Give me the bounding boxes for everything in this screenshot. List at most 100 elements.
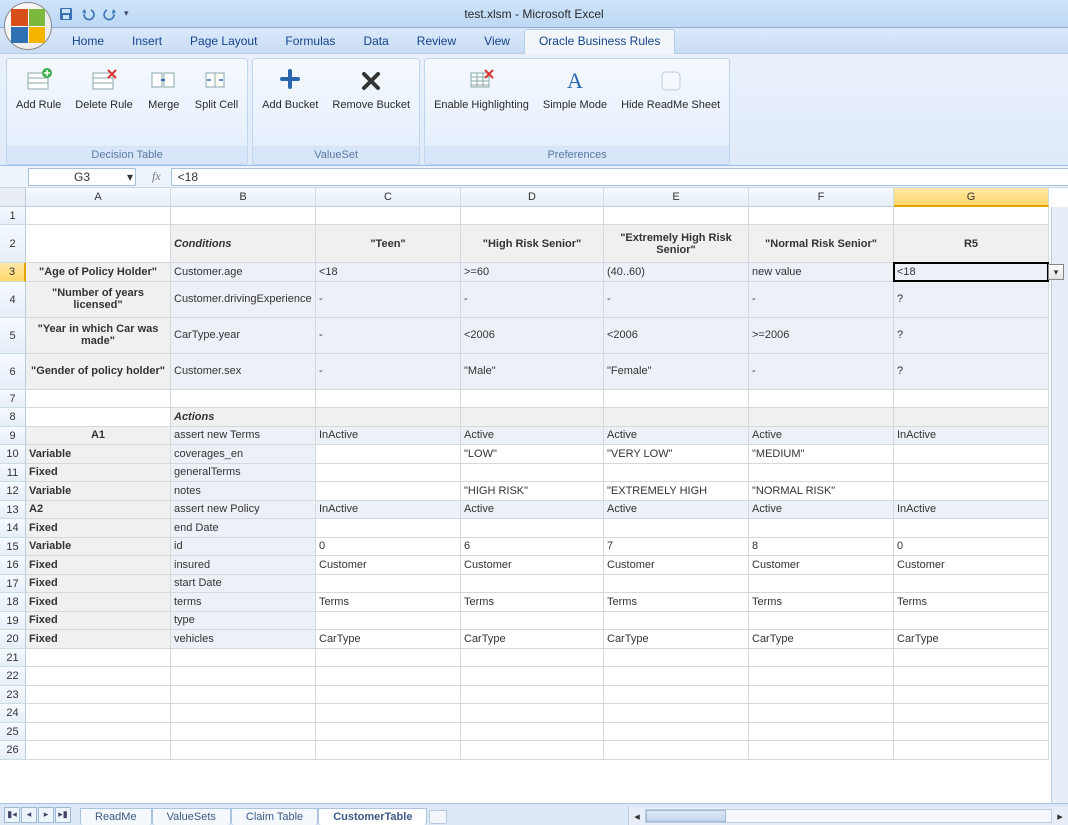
cell[interactable] [749, 741, 894, 760]
row-header-21[interactable]: 21 [0, 649, 26, 668]
cell[interactable]: - [461, 282, 604, 318]
column-header-D[interactable]: D [461, 188, 604, 207]
cell[interactable] [894, 482, 1049, 501]
ribbon-tab-home[interactable]: Home [58, 30, 118, 53]
cell[interactable] [749, 464, 894, 483]
cell[interactable]: Active [604, 427, 749, 446]
cell[interactable]: Variable [26, 482, 171, 501]
cell[interactable]: "EXTREMELY HIGH [604, 482, 749, 501]
cell[interactable] [316, 723, 461, 742]
cell[interactable] [316, 464, 461, 483]
cell[interactable] [26, 667, 171, 686]
cell[interactable]: insured [171, 556, 316, 575]
cell[interactable] [894, 649, 1049, 668]
cell[interactable] [604, 207, 749, 226]
cell[interactable]: "Teen" [316, 225, 461, 263]
cell[interactable] [894, 741, 1049, 760]
cell[interactable]: Fixed [26, 630, 171, 649]
cells-grid[interactable]: Conditions"Teen""High Risk Senior""Extre… [26, 207, 1049, 760]
cell[interactable]: Active [749, 427, 894, 446]
cell[interactable]: Customer [604, 556, 749, 575]
row-header-11[interactable]: 11 [0, 464, 26, 483]
cell[interactable] [461, 612, 604, 631]
redo-icon[interactable] [102, 6, 118, 22]
cell[interactable]: Actions [171, 408, 316, 427]
cell[interactable] [894, 667, 1049, 686]
cell[interactable] [461, 408, 604, 427]
cell[interactable]: coverages_en [171, 445, 316, 464]
hscroll-thumb[interactable] [646, 810, 726, 822]
cell[interactable] [26, 741, 171, 760]
cell[interactable] [171, 704, 316, 723]
cell[interactable]: Active [461, 501, 604, 520]
cell[interactable] [894, 207, 1049, 226]
cell[interactable]: "High Risk Senior" [461, 225, 604, 263]
row-header-9[interactable]: 9 [0, 427, 26, 446]
ribbon-tab-oracle-business-rules[interactable]: Oracle Business Rules [524, 29, 675, 54]
cell[interactable] [749, 723, 894, 742]
row-header-14[interactable]: 14 [0, 519, 26, 538]
cell[interactable]: InActive [894, 501, 1049, 520]
cell[interactable]: - [604, 282, 749, 318]
cell[interactable] [604, 723, 749, 742]
row-header-26[interactable]: 26 [0, 741, 26, 760]
row-header-10[interactable]: 10 [0, 445, 26, 464]
column-header-E[interactable]: E [604, 188, 749, 207]
cell[interactable]: Terms [461, 593, 604, 612]
cell[interactable] [316, 612, 461, 631]
cell[interactable] [749, 704, 894, 723]
cell[interactable]: Customer [316, 556, 461, 575]
select-all-corner[interactable] [0, 188, 26, 207]
cell[interactable]: 7 [604, 538, 749, 557]
cell[interactable]: Variable [26, 445, 171, 464]
row-header-4[interactable]: 4 [0, 282, 26, 318]
cell[interactable]: CarType [316, 630, 461, 649]
cell[interactable]: <2006 [604, 318, 749, 354]
cell[interactable]: Terms [604, 593, 749, 612]
cell[interactable] [26, 723, 171, 742]
remove-bucket-button[interactable]: Remove Bucket [329, 63, 413, 114]
fx-icon[interactable]: fx [152, 169, 161, 184]
cell[interactable]: "Number of years licensed" [26, 282, 171, 318]
cell[interactable]: (40..60) [604, 263, 749, 282]
cell[interactable] [604, 575, 749, 594]
cell[interactable]: Terms [749, 593, 894, 612]
column-header-A[interactable]: A [26, 188, 171, 207]
cell[interactable]: Terms [316, 593, 461, 612]
cell[interactable] [894, 464, 1049, 483]
cell[interactable]: CarType.year [171, 318, 316, 354]
row-header-15[interactable]: 15 [0, 538, 26, 557]
row-header-18[interactable]: 18 [0, 593, 26, 612]
cell[interactable] [749, 575, 894, 594]
cell[interactable]: ? [894, 318, 1049, 354]
cell[interactable]: "MEDIUM" [749, 445, 894, 464]
add-rule-button[interactable]: Add Rule [13, 63, 64, 114]
cell[interactable]: 0 [894, 538, 1049, 557]
cell[interactable] [894, 408, 1049, 427]
cell[interactable]: ? [894, 354, 1049, 390]
cell[interactable]: "HIGH RISK" [461, 482, 604, 501]
cell[interactable] [461, 649, 604, 668]
cell[interactable] [316, 741, 461, 760]
cell[interactable]: "Gender of policy holder" [26, 354, 171, 390]
cell[interactable]: - [749, 282, 894, 318]
cell[interactable]: Customer.drivingExperience [171, 282, 316, 318]
cell[interactable] [749, 390, 894, 409]
vertical-scrollbar[interactable] [1051, 207, 1068, 804]
cell[interactable] [26, 686, 171, 705]
cell[interactable]: assert new Terms [171, 427, 316, 446]
cell[interactable]: Active [749, 501, 894, 520]
cell[interactable] [26, 225, 171, 263]
sheet-tab-readme[interactable]: ReadMe [80, 808, 152, 825]
cell[interactable] [461, 519, 604, 538]
cell[interactable] [604, 667, 749, 686]
cell[interactable] [316, 408, 461, 427]
horizontal-scrollbar[interactable]: ◂ ▸ [628, 807, 1068, 825]
cell[interactable]: InActive [316, 427, 461, 446]
cell[interactable]: "Male" [461, 354, 604, 390]
row-header-3[interactable]: 3 [0, 263, 26, 282]
cell[interactable] [894, 390, 1049, 409]
cell[interactable] [894, 686, 1049, 705]
add-bucket-button[interactable]: Add Bucket [259, 63, 321, 114]
cell[interactable] [316, 667, 461, 686]
